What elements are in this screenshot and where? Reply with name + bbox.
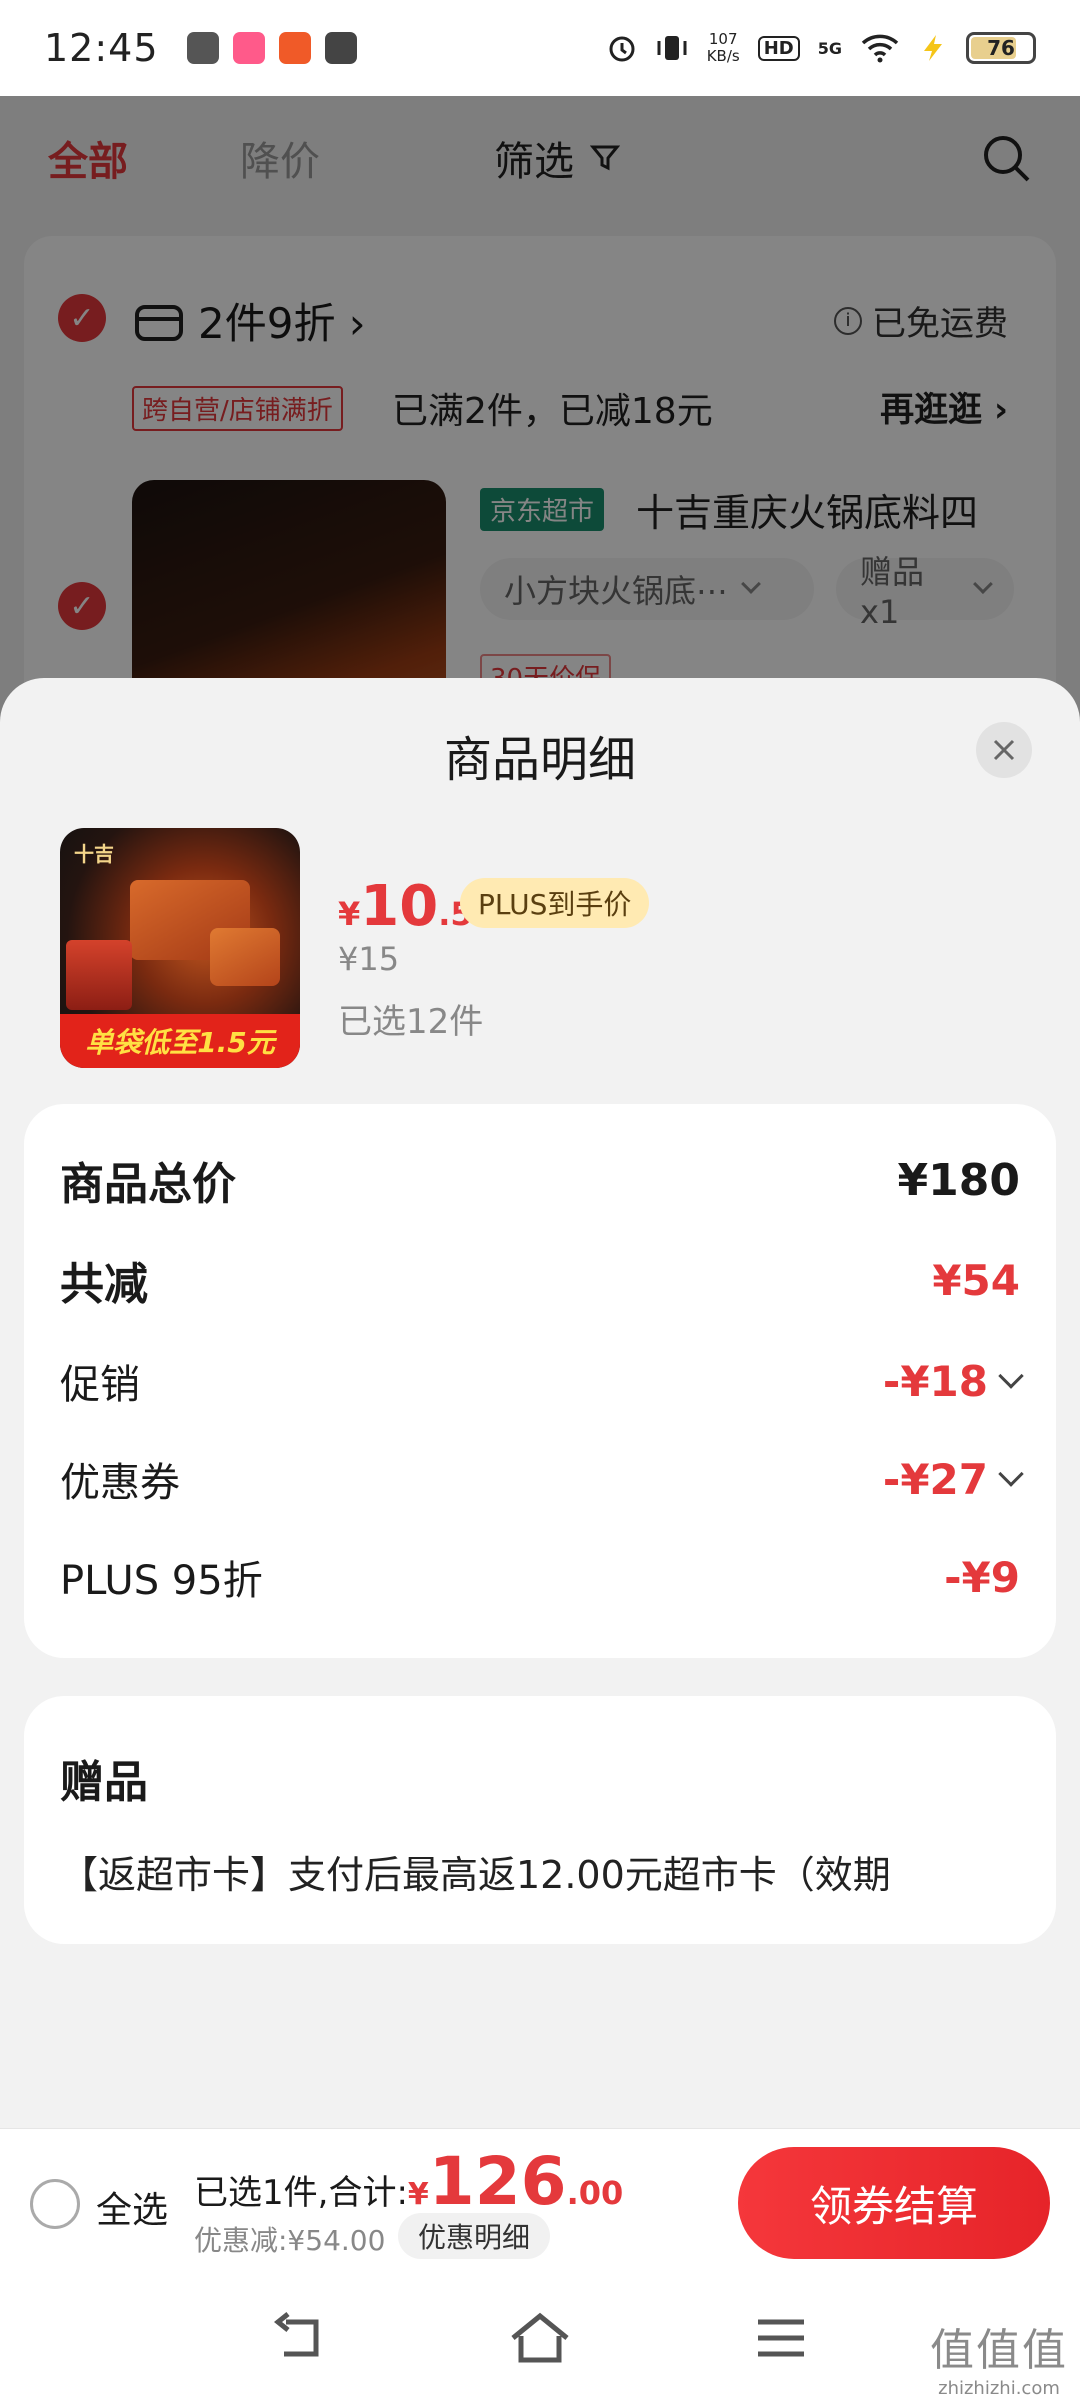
select-all-label[interactable]: 全选: [96, 2181, 168, 2233]
total-label: 商品总价: [60, 1159, 236, 1210]
alarm-icon: [609, 36, 635, 62]
battery-icon: 76: [966, 32, 1036, 64]
reduced-label: 共减: [60, 1259, 148, 1310]
coupon-value: -¥27: [882, 1454, 988, 1504]
net-speed-unit: KB/s: [706, 47, 740, 65]
system-nav-bar: [0, 2274, 1080, 2400]
watermark: 值值值 zhizhizhi.com: [930, 2314, 1068, 2399]
coupon-label: 优惠券: [60, 1460, 180, 1506]
battery-level: 76: [987, 36, 1015, 60]
net-speed: 107 KB/s: [707, 31, 740, 65]
selected-count: 已选12件: [338, 1002, 484, 1042]
back-icon[interactable]: [264, 2308, 334, 2368]
reduced-value: ¥54: [932, 1255, 1020, 1305]
total-row: 商品总价 ¥180: [60, 1148, 1020, 1212]
promo-value-wrap: -¥18: [882, 1356, 1024, 1406]
total-decimal: .00: [566, 2174, 624, 2212]
total-currency: ¥: [407, 2177, 429, 2212]
discount-amount: 优惠减:¥54.00: [194, 2224, 386, 2257]
promo-row[interactable]: 促销 -¥18: [60, 1352, 1024, 1410]
total-integer: 126: [428, 2143, 567, 2220]
total-value: ¥180: [897, 1154, 1020, 1206]
chevron-down-icon[interactable]: [998, 1461, 1024, 1487]
product-detail-sheet: 商品明细 十吉 单袋低至1.5元 ¥ 10 .5 PLUS到手价 ¥15 已选1…: [0, 678, 1080, 2130]
item-image: 十吉 单袋低至1.5元: [60, 828, 300, 1068]
checkout-bar: 全选 已选1件,合计: ¥ 126 .00 优惠减:¥54.00 优惠明细 领券…: [0, 2128, 1080, 2274]
close-icon: [993, 739, 1015, 761]
coupon-row[interactable]: 优惠券 -¥27: [60, 1450, 1024, 1508]
status-bar: 12:45 107 KB/s HD 5G 76: [0, 0, 1080, 96]
chevron-down-icon[interactable]: [998, 1363, 1024, 1389]
price-currency: ¥: [338, 895, 361, 933]
notification-icons: [186, 32, 357, 64]
message-icon: [324, 32, 357, 64]
charging-icon: [924, 35, 942, 61]
wifi-icon: [861, 34, 899, 63]
status-time: 12:45: [44, 26, 159, 70]
brand-logo: 十吉: [74, 842, 114, 866]
select-all-checkbox[interactable]: [30, 2179, 80, 2229]
gift-title: 赠品: [60, 1757, 148, 1808]
signal-icon: 5G: [817, 38, 842, 58]
checkout-button[interactable]: 领券结算: [738, 2147, 1050, 2259]
plus-discount-label: PLUS 95折: [60, 1558, 263, 1604]
item-price: ¥ 10 .5: [338, 874, 473, 939]
watermark-domain: zhizhizhi.com: [938, 2378, 1060, 2399]
total-summary: 已选1件,合计: ¥ 126 .00: [194, 2143, 623, 2220]
net-speed-value: 107: [708, 30, 738, 48]
system-icons: 107 KB/s HD 5G 76: [607, 31, 1036, 65]
summary-text: 已选1件,合计:: [194, 2173, 408, 2213]
discount-detail-button[interactable]: 优惠明细: [398, 2213, 551, 2259]
plus-discount-row: PLUS 95折 -¥9: [60, 1548, 1020, 1606]
gift-card: 赠品 【返超市卡】支付后最高返12.00元超市卡（效期: [24, 1696, 1056, 1944]
sheet-title: 商品明细: [443, 732, 636, 788]
price-integer: 10: [360, 874, 439, 939]
menu-icon[interactable]: [746, 2308, 816, 2368]
price-breakdown-card: 商品总价 ¥180 共减 ¥54 促销 -¥18 优惠券 -¥27 PLUS 9…: [24, 1104, 1056, 1658]
image-banner: 单袋低至1.5元: [60, 1014, 300, 1068]
shopping-app-icon: [278, 32, 311, 64]
promo-value: -¥18: [882, 1356, 988, 1406]
product-package: [66, 940, 132, 1010]
reduced-row: 共减 ¥54: [60, 1248, 1020, 1312]
original-price: ¥15: [338, 940, 400, 978]
gallery-icon: [186, 32, 219, 64]
product-shape: [210, 928, 280, 986]
plus-price-badge: PLUS到手价: [460, 878, 650, 928]
home-icon[interactable]: [505, 2308, 575, 2368]
promo-label: 促销: [60, 1362, 140, 1408]
vibrate-icon: [657, 36, 687, 60]
hd-icon: HD: [757, 35, 800, 61]
plus-discount-value: -¥9: [944, 1552, 1020, 1602]
gift-description: 【返超市卡】支付后最高返12.00元超市卡（效期: [60, 1853, 891, 1897]
watermark-glyphs: 值值值: [930, 2325, 1068, 2376]
close-button[interactable]: [976, 722, 1032, 778]
coupon-value-wrap: -¥27: [882, 1454, 1024, 1504]
app-notification-icon: [232, 32, 265, 64]
